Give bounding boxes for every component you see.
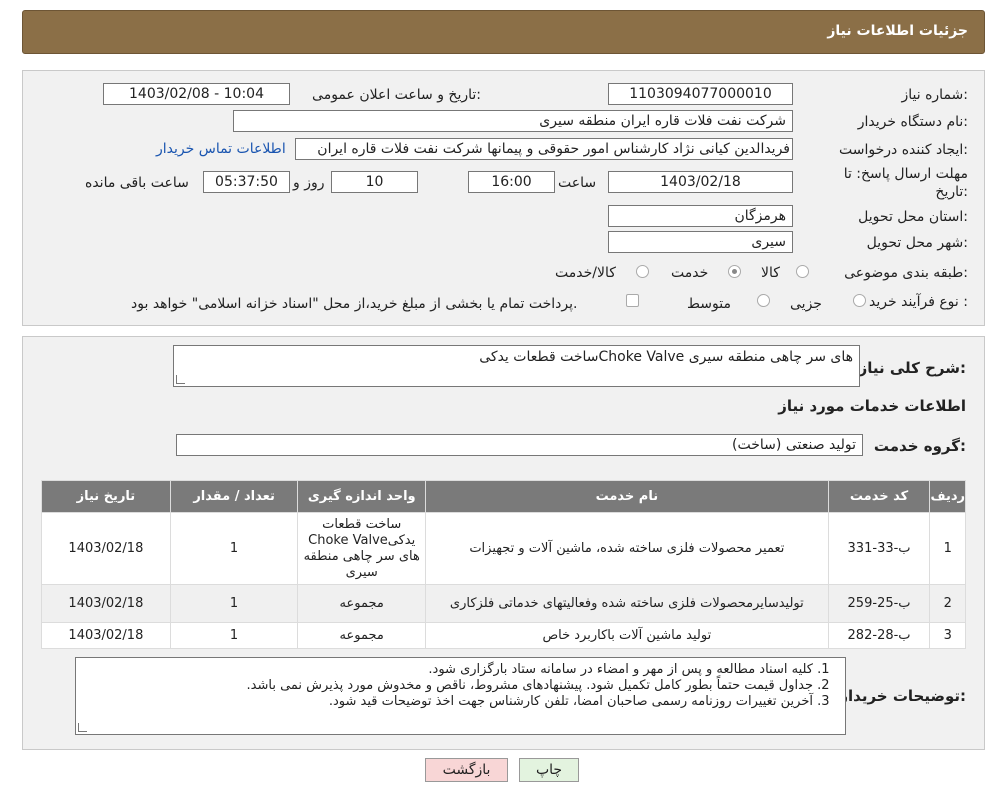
- remaining-label: ساعت باقی مانده: [85, 175, 189, 191]
- category-radio-goods-service[interactable]: [636, 265, 649, 278]
- process-label: نوع فرآیند خرید :: [869, 294, 968, 310]
- payment-checkbox[interactable]: [626, 294, 639, 307]
- back-button[interactable]: بازگشت: [425, 758, 508, 782]
- col-row-header: ردیف: [929, 480, 966, 513]
- city-field: سیری: [608, 231, 793, 253]
- days-field: 10: [331, 171, 418, 193]
- resize-handle-icon[interactable]: [176, 375, 185, 384]
- category-label: طبقه بندی موضوعی:: [844, 265, 968, 281]
- province-label: استان محل تحویل:: [858, 209, 968, 225]
- city-label: شهر محل تحویل:: [866, 235, 968, 251]
- col-date-header: تاریخ نیاز: [41, 480, 171, 513]
- cell-qty: 1: [169, 512, 299, 585]
- process-option-minor: جزیی: [790, 296, 822, 312]
- page-title: جزئیات اطلاعات نیاز: [827, 23, 968, 39]
- category-option-service: خدمت: [671, 265, 709, 281]
- cell-row: 2: [929, 584, 966, 623]
- buyer-org-label: نام دستگاه خریدار:: [857, 114, 968, 130]
- service-group-label: گروه خدمت:: [873, 437, 966, 455]
- deadline-time-label: ساعت: [558, 175, 597, 191]
- cell-qty: 1: [169, 584, 299, 623]
- cell-date: 1403/02/18: [41, 622, 171, 649]
- buyer-org-field: شرکت نفت فلات قاره ایران منطقه سیری: [233, 110, 793, 132]
- cell-service-name: تولید ماشین آلات باکاربرد خاص: [425, 622, 829, 649]
- col-name-header: نام خدمت: [425, 480, 829, 513]
- resize-handle-icon[interactable]: [78, 723, 87, 732]
- process-radio-medium[interactable]: [757, 294, 770, 307]
- cell-unit: مجموعه: [297, 584, 427, 623]
- table-row: 2 ب-25-259 تولیدسایرمحصولات فلزی ساخته ش…: [41, 584, 966, 623]
- services-section-title: اطلاعات خدمات مورد نیاز: [778, 397, 966, 415]
- print-button[interactable]: چاپ: [519, 758, 579, 782]
- deadline-time-field: 16:00: [468, 171, 555, 193]
- payment-note: پرداخت تمام یا بخشی از مبلغ خرید،از محل …: [131, 296, 578, 312]
- table-row: 1 ب-33-331 تعمیر محصولات فلزی ساخته شده،…: [41, 512, 966, 585]
- buyer-note-item: جداول قیمت حتماً بطور کامل تکمیل شود. پی…: [86, 678, 813, 694]
- cell-service-name: تولیدسایرمحصولات فلزی ساخته شده وفعالیته…: [425, 584, 829, 623]
- cell-code: ب-25-259: [827, 584, 931, 623]
- buyer-notes-label: توضیحات خریدار:: [839, 687, 966, 705]
- services-table: ردیف کد خدمت نام خدمت واحد اندازه گیری ت…: [41, 480, 966, 649]
- need-details-panel: شرح کلی نیاز: ساخت قطعات یدکیChoke Valve…: [22, 336, 985, 750]
- col-qty-header: تعداد / مقدار: [169, 480, 299, 513]
- province-field: هرمزگان: [608, 205, 793, 227]
- creator-label: ایجاد کننده درخواست:: [839, 142, 968, 158]
- need-info-panel: شماره نیاز: 1103094077000010 تاریخ و ساع…: [22, 70, 985, 326]
- creator-field: فریدالدین کیانی نژاد کارشناس امور حقوقی …: [295, 138, 793, 160]
- service-group-field: تولید صنعتی (ساخت): [176, 434, 863, 456]
- summary-label: شرح کلی نیاز:: [858, 359, 966, 377]
- table-header-row: ردیف کد خدمت نام خدمت واحد اندازه گیری ت…: [41, 480, 966, 513]
- buyer-note-item: آخرین تغییرات روزنامه رسمی صاحبان امضا، …: [86, 694, 813, 710]
- cell-service-name: تعمیر محصولات فلزی ساخته شده، ماشین آلات…: [425, 512, 829, 585]
- cell-row: 3: [929, 622, 966, 649]
- col-code-header: کد خدمت: [827, 480, 931, 513]
- cell-date: 1403/02/18: [41, 584, 171, 623]
- need-number-field: 1103094077000010: [608, 83, 793, 105]
- table-row: 3 ب-28-282 تولید ماشین آلات باکاربرد خاص…: [41, 622, 966, 649]
- summary-text: ساخت قطعات یدکیChoke Valve های سر چاهی م…: [479, 349, 853, 365]
- summary-field: ساخت قطعات یدکیChoke Valve های سر چاهی م…: [173, 345, 860, 387]
- page-header: جزئیات اطلاعات نیاز: [22, 10, 985, 54]
- cell-code: ب-33-331: [827, 512, 931, 585]
- category-option-goods-service: کالا/خدمت: [555, 265, 616, 281]
- cell-row: 1: [929, 512, 966, 585]
- buyer-note-item: کلیه اسناد مطالعه و پس از مهر و امضاء در…: [86, 662, 813, 678]
- cell-unit: ساخت قطعات یدکیChoke Valve های سر چاهی م…: [297, 512, 427, 585]
- process-radio-minor[interactable]: [853, 294, 866, 307]
- cell-date: 1403/02/18: [41, 512, 171, 585]
- category-radio-goods[interactable]: [796, 265, 809, 278]
- deadline-date-field: 1403/02/18: [608, 171, 793, 193]
- buyer-notes-box: کلیه اسناد مطالعه و پس از مهر و امضاء در…: [75, 657, 846, 735]
- contact-info-link[interactable]: اطلاعات تماس خریدار: [156, 141, 286, 157]
- contact-info-link-text[interactable]: اطلاعات تماس خریدار: [156, 141, 286, 157]
- category-option-goods: کالا: [761, 265, 780, 281]
- process-option-medium: متوسط: [687, 296, 731, 312]
- col-unit-header: واحد اندازه گیری: [297, 480, 427, 513]
- cell-code: ب-28-282: [827, 622, 931, 649]
- cell-qty: 1: [169, 622, 299, 649]
- remaining-time-field: 05:37:50: [203, 171, 290, 193]
- days-label: روز و: [293, 175, 325, 191]
- announce-label: تاریخ و ساعت اعلان عمومی:: [312, 87, 481, 103]
- category-radio-service[interactable]: [728, 265, 741, 278]
- deadline-label: مهلت ارسال پاسخ: تا تاریخ:: [843, 166, 968, 200]
- need-number-label: شماره نیاز:: [901, 87, 968, 103]
- cell-unit: مجموعه: [297, 622, 427, 649]
- announce-field: 1403/02/08 - 10:04: [103, 83, 290, 105]
